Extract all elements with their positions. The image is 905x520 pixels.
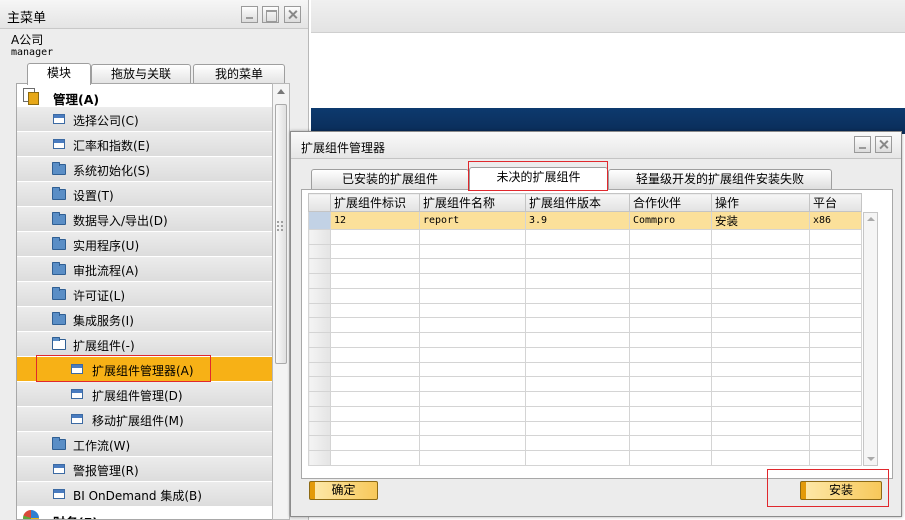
table-row: [308, 273, 862, 289]
tree-item-exchange-rates[interactable]: 汇率和指数(E): [17, 132, 273, 157]
tree-item-extension-management[interactable]: 扩展组件管理(D): [17, 382, 273, 407]
extensions-grid: 扩展组件标识 扩展组件名称 扩展组件版本 合作伙伴 操作 平台 12 repor…: [308, 192, 862, 466]
cell-platform: x86: [809, 211, 862, 230]
close-icon[interactable]: [284, 6, 301, 23]
tree-item-extensions[interactable]: 扩展组件(-): [17, 332, 273, 357]
user-name: manager: [11, 47, 54, 58]
tree-item-utilities[interactable]: 实用程序(U): [17, 232, 273, 257]
folder-icon: [52, 187, 66, 200]
extension-manager-dialog: 扩展组件管理器 已安装的扩展组件 未决的扩展组件 轻量级开发的扩展组件安装失败 …: [290, 131, 902, 517]
column-header-extension-version[interactable]: 扩展组件版本: [525, 192, 630, 213]
pie-icon: [23, 510, 39, 519]
cell-extension-version: 3.9: [525, 211, 630, 230]
main-menu-panel: 主菜单 A公司 manager 模块 拖放与关联 我的菜单 管理(A) 选择公司…: [0, 0, 309, 520]
tab-modules[interactable]: 模块: [27, 63, 91, 85]
table-row: [308, 287, 862, 304]
form-icon: [53, 139, 65, 149]
resize-grip-icon[interactable]: [276, 220, 284, 232]
tab-installed-extensions[interactable]: 已安装的扩展组件: [311, 169, 469, 189]
folder-icon: [52, 237, 66, 250]
form-icon: [71, 414, 83, 424]
folder-open-icon: [52, 337, 66, 350]
tree-item-integration-services[interactable]: 集成服务(I): [17, 307, 273, 332]
tree-item-setup[interactable]: 设置(T): [17, 182, 273, 207]
folder-icon: [52, 437, 66, 450]
table-row: [308, 361, 862, 378]
tab-my-menu[interactable]: 我的菜单: [193, 64, 285, 84]
grid-header-row: 扩展组件标识 扩展组件名称 扩展组件版本 合作伙伴 操作 平台: [308, 192, 862, 213]
tree-item-alerts-management[interactable]: 警报管理(R): [17, 457, 273, 482]
table-row: [308, 243, 862, 260]
folder-icon: [52, 162, 66, 175]
tree-item-mobile-extensions[interactable]: 移动扩展组件(M): [17, 407, 273, 432]
scrollbar-thumb[interactable]: [275, 104, 287, 364]
table-row[interactable]: 12 report 3.9 Commpro 安装 x86: [308, 211, 862, 230]
tab-drag-and-relate[interactable]: 拖放与关联: [91, 64, 191, 84]
folder-icon: [52, 312, 66, 325]
minimize-icon[interactable]: [854, 136, 871, 153]
form-icon: [53, 114, 65, 124]
table-row: [308, 376, 862, 393]
grid-scrollbar[interactable]: [863, 212, 878, 466]
table-row: [308, 420, 862, 437]
scroll-up-icon[interactable]: [277, 89, 285, 94]
form-icon: [53, 464, 65, 474]
column-header-extension-id[interactable]: 扩展组件标识: [330, 192, 420, 213]
form-icon: [71, 389, 83, 399]
annotation-highlight-box: [36, 355, 211, 382]
row-header-corner: [308, 192, 331, 213]
table-row: [308, 302, 862, 319]
table-row: [308, 391, 862, 407]
dialog-title: 扩展组件管理器: [301, 141, 386, 155]
company-name: A公司: [11, 33, 44, 47]
cell-extension-id: 12: [330, 211, 420, 230]
ok-button[interactable]: 确定: [309, 481, 378, 500]
tree-item-financials[interactable]: 财务(F): [17, 507, 273, 519]
tree-item-bi-ondemand[interactable]: BI OnDemand 集成(B): [17, 482, 273, 507]
minimize-icon[interactable]: [241, 6, 258, 23]
cell-partner: Commpro: [629, 211, 712, 230]
tree-item-workflow[interactable]: 工作流(W): [17, 432, 273, 457]
table-row: [308, 228, 862, 245]
background-toolbar-area: [311, 0, 905, 33]
row-header[interactable]: [308, 211, 331, 230]
main-menu-scrollbar[interactable]: [272, 83, 290, 520]
table-row: [308, 450, 862, 466]
tab-lightweight-install-failed[interactable]: 轻量级开发的扩展组件安装失败: [608, 169, 832, 189]
maximize-icon[interactable]: [262, 6, 279, 23]
module-icon: [23, 88, 39, 105]
main-menu-title: 主菜单: [7, 11, 47, 26]
tree-item-administration[interactable]: 管理(A): [17, 84, 273, 109]
tree-item-system-initialization[interactable]: 系统初始化(S): [17, 157, 273, 182]
tree-item-approval-process[interactable]: 审批流程(A): [17, 257, 273, 282]
column-header-action[interactable]: 操作: [711, 192, 810, 213]
column-header-extension-name[interactable]: 扩展组件名称: [419, 192, 526, 213]
scroll-up-icon[interactable]: [867, 217, 875, 221]
table-row: [308, 317, 862, 334]
table-row: [308, 346, 862, 363]
cell-extension-name: report: [419, 211, 526, 230]
table-row: [308, 332, 862, 348]
main-menu-titlebar: 主菜单: [0, 0, 308, 29]
annotation-highlight-box: [767, 469, 889, 507]
column-header-partner[interactable]: 合作伙伴: [629, 192, 712, 213]
folder-icon: [52, 287, 66, 300]
scroll-down-icon[interactable]: [867, 457, 875, 461]
folder-icon: [52, 262, 66, 275]
table-row: [308, 405, 862, 422]
column-header-platform[interactable]: 平台: [809, 192, 862, 213]
folder-icon: [52, 212, 66, 225]
annotation-highlight-box: [468, 161, 608, 191]
form-icon: [53, 489, 65, 499]
table-row: [308, 435, 862, 452]
tree-item-choose-company[interactable]: 选择公司(C): [17, 107, 273, 132]
module-tree: 管理(A) 选择公司(C) 汇率和指数(E) 系统初始化(S) 设置(T) 数据…: [16, 83, 290, 520]
close-icon[interactable]: [875, 136, 892, 153]
tree-item-data-import-export[interactable]: 数据导入/导出(D): [17, 207, 273, 232]
cell-action[interactable]: 安装: [711, 211, 810, 230]
tree-item-licenses[interactable]: 许可证(L): [17, 282, 273, 307]
dialog-titlebar: 扩展组件管理器: [291, 132, 901, 159]
table-row: [308, 258, 862, 275]
